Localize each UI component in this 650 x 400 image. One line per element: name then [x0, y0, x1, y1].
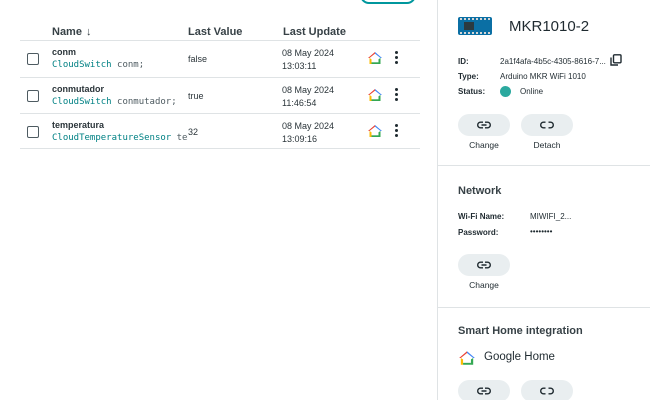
- variable-type: CloudTemperatureSensor: [52, 133, 172, 143]
- device-id-label: ID:: [458, 57, 469, 66]
- variable-declaration: CloudTemperatureSensor temp…: [52, 133, 188, 143]
- wifi-name-label: Wi-Fi Name:: [458, 212, 505, 221]
- variable-declaration-rest: conmutador;: [111, 97, 177, 107]
- table-row: conm CloudSwitch conm; false 08 May 2024…: [20, 42, 420, 77]
- variable-declaration-rest: conm;: [111, 60, 145, 70]
- device-type-value: Arduino MKR WiFi 1010: [500, 72, 586, 81]
- last-update-date: 08 May 2024: [282, 121, 335, 131]
- kebab-menu-icon[interactable]: [392, 124, 400, 138]
- device-status-value: Online: [520, 87, 544, 96]
- detach-device-label: Detach: [533, 140, 561, 150]
- detach-smart-home-button[interactable]: [521, 380, 573, 400]
- column-header-name[interactable]: Name ↓: [52, 26, 91, 38]
- google-home-icon[interactable]: [367, 124, 383, 138]
- unlink-icon: [540, 121, 554, 129]
- header-divider: [20, 40, 420, 41]
- password-label: Password:: [458, 228, 499, 237]
- last-update-time: 11:46:54: [282, 98, 317, 108]
- variable-name[interactable]: conm: [52, 47, 76, 57]
- add-variable-button[interactable]: [360, 0, 416, 4]
- smart-home-provider: Google Home: [484, 351, 555, 363]
- section-divider: [438, 165, 650, 166]
- variable-declaration-rest: temp…: [176, 133, 188, 143]
- last-update-time: 13:09:16: [282, 134, 318, 144]
- row-divider: [20, 148, 420, 149]
- variable-last-value: 32: [188, 127, 199, 137]
- unlink-icon: [540, 387, 554, 395]
- link-icon: [477, 261, 491, 269]
- device-title: MKR1010-2: [509, 18, 590, 35]
- change-network-label: Change: [469, 280, 499, 290]
- column-header-last-update: Last Update: [283, 26, 346, 38]
- kebab-menu-icon[interactable]: [392, 88, 400, 102]
- board-icon: [458, 17, 492, 35]
- variable-last-value: false: [188, 54, 208, 64]
- wifi-name-value: MIWIFI_2...: [530, 212, 572, 221]
- change-network-button[interactable]: [458, 254, 510, 276]
- variable-declaration: CloudSwitch conm;: [52, 60, 144, 70]
- detach-device-button[interactable]: [521, 114, 573, 136]
- variable-last-update: 08 May 2024 11:46:54: [282, 84, 334, 110]
- variable-name[interactable]: temperatura: [52, 120, 104, 130]
- table-row: conmutador CloudSwitch conmutador; true …: [20, 79, 420, 114]
- change-smart-home-button[interactable]: [458, 380, 510, 400]
- variable-last-value: true: [188, 91, 204, 101]
- variable-last-update: 08 May 2024 13:03:11: [282, 47, 334, 73]
- panel-divider: [437, 0, 438, 400]
- variable-type: CloudSwitch: [52, 60, 112, 70]
- table-row: temperatura CloudTemperatureSensor temp……: [20, 115, 420, 150]
- password-value: ••••••••: [530, 227, 553, 236]
- kebab-menu-icon[interactable]: [392, 51, 400, 65]
- google-home-icon[interactable]: [367, 88, 383, 102]
- row-checkbox[interactable]: [27, 90, 39, 102]
- network-section-title: Network: [458, 185, 502, 197]
- google-home-icon[interactable]: [367, 51, 383, 65]
- column-header-name-label: Name: [52, 26, 82, 38]
- device-status-label: Status:: [458, 87, 486, 96]
- link-icon: [477, 121, 491, 129]
- section-divider: [438, 307, 650, 308]
- copy-icon[interactable]: [610, 54, 622, 66]
- device-type-label: Type:: [458, 72, 479, 81]
- google-home-icon: [459, 351, 475, 365]
- variable-last-update: 08 May 2024 13:09:16: [282, 120, 334, 146]
- variable-type: CloudSwitch: [52, 97, 112, 107]
- device-id-value: 2a1f4afa-4b5c-4305-8616-7...: [500, 57, 606, 66]
- row-divider: [20, 77, 420, 78]
- row-divider: [20, 113, 420, 114]
- variable-name[interactable]: conmutador: [52, 84, 104, 94]
- variable-declaration: CloudSwitch conmutador;: [52, 97, 177, 107]
- row-checkbox[interactable]: [27, 126, 39, 138]
- last-update-time: 13:03:11: [282, 61, 317, 71]
- smart-home-section-title: Smart Home integration: [458, 325, 583, 337]
- last-update-date: 08 May 2024: [282, 85, 335, 95]
- row-checkbox[interactable]: [27, 53, 39, 65]
- change-device-button[interactable]: [458, 114, 510, 136]
- column-header-last-value: Last Value: [188, 26, 243, 38]
- sort-arrow-icon[interactable]: ↓: [86, 26, 92, 38]
- link-icon: [477, 387, 491, 395]
- last-update-date: 08 May 2024: [282, 48, 335, 58]
- thing-setup-page: Name ↓ Last Value Last Update conm CloudS…: [0, 0, 650, 400]
- status-online-dot: [500, 86, 511, 97]
- change-device-label: Change: [469, 140, 499, 150]
